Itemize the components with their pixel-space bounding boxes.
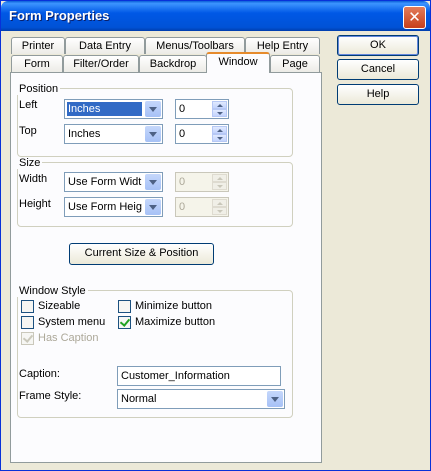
frame-style-select[interactable]: Normal bbox=[117, 389, 285, 409]
maximize-button-label: Maximize button bbox=[135, 316, 216, 328]
caption-value: Customer_Information bbox=[121, 370, 230, 382]
width-label: Width bbox=[19, 173, 48, 185]
top-unit-select[interactable]: Inches bbox=[64, 124, 163, 144]
width-mode-select[interactable]: Use Form Width bbox=[64, 172, 163, 192]
top-value: 0 bbox=[179, 128, 186, 140]
left-value-spinner[interactable]: 0 bbox=[175, 99, 229, 119]
size-group-label: Size bbox=[17, 157, 43, 169]
tab-form[interactable]: Form bbox=[11, 55, 63, 72]
position-group-label: Position bbox=[17, 83, 61, 95]
tab-data-entry[interactable]: Data Entry bbox=[65, 37, 145, 54]
tab-filter-order[interactable]: Filter/Order bbox=[63, 55, 139, 72]
maximize-button-checkbox[interactable] bbox=[118, 316, 131, 329]
width-value: 0 bbox=[179, 176, 186, 188]
height-value: 0 bbox=[179, 201, 186, 213]
form-properties-window: Form Properties ✕ Printer Data Entry Men… bbox=[0, 0, 431, 471]
frame-style-value: Normal bbox=[121, 393, 157, 405]
ok-button[interactable]: OK bbox=[337, 35, 419, 56]
left-value: 0 bbox=[179, 103, 186, 115]
minimize-button-label: Minimize button bbox=[135, 300, 213, 312]
spin-up-icon bbox=[212, 199, 227, 207]
has-caption-label: Has Caption bbox=[38, 332, 99, 344]
tab-label: Window bbox=[218, 56, 258, 68]
tab-label: Menus/Toolbars bbox=[156, 40, 234, 52]
spin-down-icon[interactable] bbox=[212, 134, 227, 142]
left-unit-value: Inches bbox=[67, 102, 142, 116]
spin-up-icon[interactable] bbox=[212, 126, 227, 134]
chevron-down-icon[interactable] bbox=[145, 174, 161, 190]
system-menu-checkbox[interactable] bbox=[21, 316, 34, 329]
caption-input[interactable]: Customer_Information bbox=[117, 366, 281, 386]
close-icon: ✕ bbox=[408, 9, 421, 26]
cancel-label: Cancel bbox=[360, 63, 396, 75]
height-mode-select[interactable]: Use Form Height bbox=[64, 197, 163, 217]
spin-up-icon bbox=[212, 174, 227, 182]
ok-label: OK bbox=[370, 39, 386, 51]
window-title: Form Properties bbox=[9, 8, 110, 23]
chevron-down-icon[interactable] bbox=[145, 126, 161, 142]
chevron-down-icon[interactable] bbox=[145, 199, 161, 215]
tab-label: Data Entry bbox=[79, 40, 131, 52]
width-value-spinner: 0 bbox=[175, 172, 229, 192]
window-style-group-label: Window Style bbox=[17, 285, 88, 297]
current-size-position-button[interactable]: Current Size & Position bbox=[69, 243, 214, 265]
tab-label: Page bbox=[282, 58, 308, 70]
tab-backdrop[interactable]: Backdrop bbox=[139, 55, 207, 72]
spin-up-icon[interactable] bbox=[212, 101, 227, 109]
current-size-position-label: Current Size & Position bbox=[84, 247, 199, 259]
title-bar[interactable]: Form Properties ✕ bbox=[1, 1, 430, 31]
tab-label: Printer bbox=[21, 40, 55, 52]
close-button[interactable]: ✕ bbox=[403, 6, 426, 29]
top-label: Top bbox=[19, 125, 37, 137]
tab-label: Filter/Order bbox=[73, 58, 129, 70]
tab-page[interactable]: Page bbox=[270, 55, 320, 72]
top-unit-value: Inches bbox=[68, 128, 101, 140]
width-mode-value: Use Form Width bbox=[68, 176, 142, 188]
frame-style-label: Frame Style: bbox=[19, 390, 82, 402]
left-label: Left bbox=[19, 99, 38, 111]
chevron-down-icon[interactable] bbox=[145, 101, 161, 117]
has-caption-checkbox bbox=[21, 332, 34, 345]
tab-label: Help Entry bbox=[256, 40, 309, 52]
cancel-button[interactable]: Cancel bbox=[337, 59, 419, 80]
sizeable-label: Sizeable bbox=[38, 300, 81, 312]
help-button[interactable]: Help bbox=[337, 84, 419, 105]
chevron-down-icon[interactable] bbox=[267, 391, 283, 407]
height-value-spinner: 0 bbox=[175, 197, 229, 217]
left-unit-select[interactable]: Inches bbox=[64, 99, 163, 119]
sizeable-checkbox[interactable] bbox=[21, 300, 34, 313]
caption-label: Caption: bbox=[19, 368, 60, 380]
tab-label: Backdrop bbox=[149, 58, 197, 70]
system-menu-label: System menu bbox=[38, 316, 106, 328]
spin-down-icon[interactable] bbox=[212, 109, 227, 117]
help-label: Help bbox=[366, 88, 390, 100]
tab-printer[interactable]: Printer bbox=[11, 37, 65, 54]
spin-down-icon bbox=[212, 182, 227, 190]
tab-window[interactable]: Window bbox=[206, 52, 270, 73]
top-value-spinner[interactable]: 0 bbox=[175, 124, 229, 144]
height-label: Height bbox=[19, 198, 51, 210]
spin-down-icon bbox=[212, 207, 227, 215]
height-mode-value: Use Form Height bbox=[68, 201, 142, 213]
tab-label: Form bbox=[24, 58, 50, 70]
minimize-button-checkbox[interactable] bbox=[118, 300, 131, 313]
window-tab-panel: Position Left Inches 0 Top Inches 0 Size… bbox=[10, 72, 322, 463]
